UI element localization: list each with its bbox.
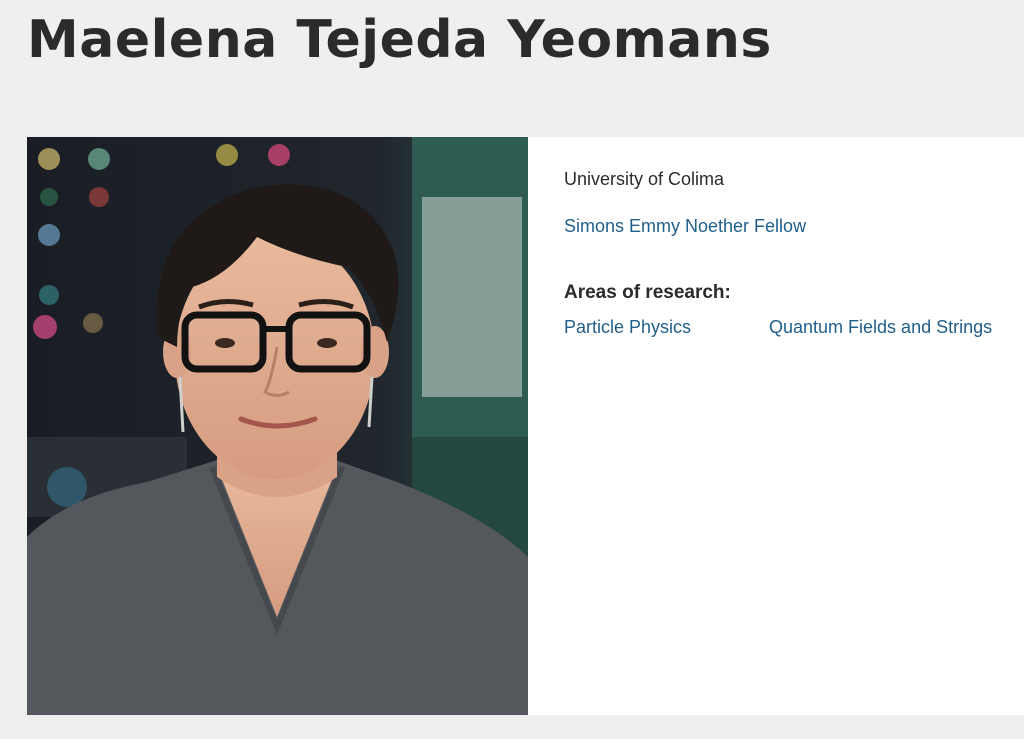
areas-of-research-heading: Areas of research: xyxy=(564,282,731,303)
profile-page: Maelena Tejeda Yeomans University of Col… xyxy=(0,0,1024,739)
research-area-link-particle-physics[interactable]: Particle Physics xyxy=(564,317,691,337)
fellowship-link[interactable]: Simons Emmy Noether Fellow xyxy=(564,216,806,237)
page-title: Maelena Tejeda Yeomans xyxy=(27,10,772,70)
list-item: Quantum Fields and Strings xyxy=(769,317,992,338)
institution-name: University of Colima xyxy=(564,169,725,189)
research-area-link-quantum-fields-and-strings[interactable]: Quantum Fields and Strings xyxy=(769,317,992,337)
profile-card: University of Colima Simons Emmy Noether… xyxy=(27,137,1024,715)
list-item: Particle Physics xyxy=(564,317,691,338)
research-areas-list: Particle Physics Quantum Fields and Stri… xyxy=(564,317,1014,343)
portrait-photo xyxy=(27,137,528,715)
